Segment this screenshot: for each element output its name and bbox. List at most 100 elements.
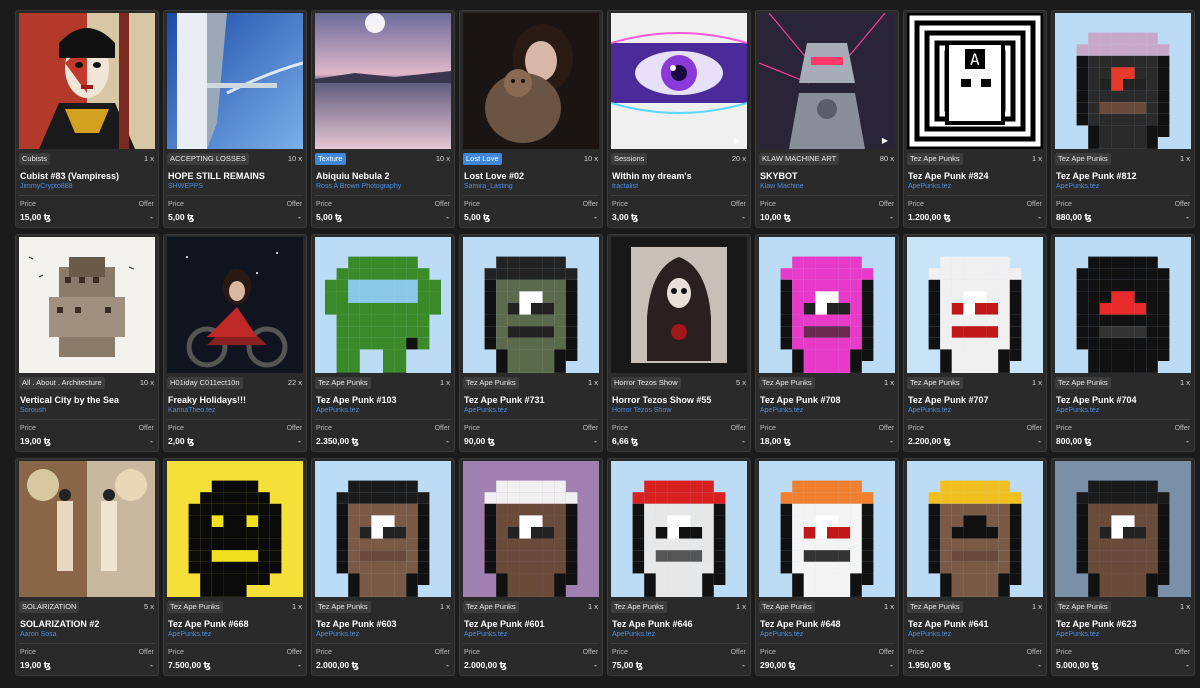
nft-title[interactable]: Tez Ape Punk #812 [1056, 171, 1190, 181]
nft-card[interactable]: Horror Tezos Show 5 x Horror Tezos Show … [607, 234, 751, 452]
nft-card[interactable]: Tez Ape Punks 1 x Tez Ape Punk #708 ApeP… [755, 234, 899, 452]
nft-card[interactable]: ACCEPTING LOSSES 10 x HOPE STILL REMAINS… [163, 10, 307, 228]
nft-thumbnail[interactable] [463, 237, 599, 373]
collection-tag[interactable]: ACCEPTING LOSSES [167, 152, 249, 165]
collection-tag[interactable]: Tez Ape Punks [1055, 376, 1111, 389]
collection-tag[interactable]: H01iday C011ect10n [167, 376, 243, 389]
creator-link[interactable]: Horror Tezos Show [612, 407, 746, 414]
creator-link[interactable]: ApePunks.tez [1056, 631, 1190, 638]
nft-card[interactable]: Tez Ape Punks 1 x Tez Ape Punk #623 ApeP… [1051, 458, 1195, 676]
nft-thumbnail[interactable]: ▶ [611, 13, 747, 149]
creator-link[interactable]: ApePunks.tez [908, 407, 1042, 414]
collection-tag[interactable]: Tez Ape Punks [907, 376, 963, 389]
creator-link[interactable]: Soroush [20, 407, 154, 414]
nft-thumbnail[interactable] [759, 461, 895, 597]
creator-link[interactable]: ApePunks.tez [908, 631, 1042, 638]
creator-link[interactable]: ApePunks.tez [1056, 407, 1190, 414]
collection-tag[interactable]: Tez Ape Punks [907, 152, 963, 165]
collection-tag[interactable]: KLAW MACHINE ART [759, 152, 840, 165]
nft-card[interactable]: Texture 10 x Abiquiu Nebula 2 Ross A Bro… [311, 10, 455, 228]
nft-card[interactable]: ▶ Sessions 20 x Within my dream's fracta… [607, 10, 751, 228]
nft-card[interactable]: ▶ KLAW MACHINE ART 80 x SKYBOT Klaw Mach… [755, 10, 899, 228]
creator-link[interactable]: SHWEPPS [168, 183, 302, 190]
nft-thumbnail[interactable] [907, 237, 1043, 373]
nft-card[interactable]: Tez Ape Punks 1 x Tez Ape Punk #648 ApeP… [755, 458, 899, 676]
nft-card[interactable]: Tez Ape Punks 1 x Tez Ape Punk #704 ApeP… [1051, 234, 1195, 452]
nft-thumbnail[interactable] [907, 461, 1043, 597]
nft-thumbnail[interactable]: A [907, 13, 1043, 149]
nft-title[interactable]: Tez Ape Punk #623 [1056, 619, 1190, 629]
nft-title[interactable]: Tez Ape Punk #708 [760, 395, 894, 405]
nft-card[interactable]: Tez Ape Punks 1 x Tez Ape Punk #103 ApeP… [311, 234, 455, 452]
nft-title[interactable]: Abiquiu Nebula 2 [316, 171, 450, 181]
nft-card[interactable]: Tez Ape Punks 1 x Tez Ape Punk #646 ApeP… [607, 458, 751, 676]
nft-thumbnail[interactable] [19, 13, 155, 149]
collection-tag[interactable]: Cubists [19, 152, 51, 165]
collection-tag[interactable]: Tez Ape Punks [759, 376, 815, 389]
nft-title[interactable]: SKYBOT [760, 171, 894, 181]
nft-title[interactable]: SOLARIZATION #2 [20, 619, 154, 629]
nft-thumbnail[interactable] [19, 237, 155, 373]
collection-tag[interactable]: Tez Ape Punks [907, 600, 963, 613]
nft-title[interactable]: Horror Tezos Show #55 [612, 395, 746, 405]
collection-tag[interactable]: Lost Love [463, 152, 502, 165]
creator-link[interactable]: ApePunks.tez [760, 631, 894, 638]
creator-link[interactable]: ApePunks.tez [316, 631, 450, 638]
creator-link[interactable]: ApePunks.tez [464, 407, 598, 414]
play-icon[interactable]: ▶ [731, 135, 743, 147]
creator-link[interactable]: ApePunks.tez [168, 631, 302, 638]
collection-tag[interactable]: Tez Ape Punks [1055, 600, 1111, 613]
nft-title[interactable]: Tez Ape Punk #603 [316, 619, 450, 629]
nft-thumbnail[interactable] [19, 461, 155, 597]
collection-tag[interactable]: Horror Tezos Show [611, 376, 681, 389]
collection-tag[interactable]: Tez Ape Punks [463, 376, 519, 389]
nft-title[interactable]: Tez Ape Punk #731 [464, 395, 598, 405]
nft-card[interactable]: A Tez Ape Punks 1 x Tez Ape Punk #824 Ap… [903, 10, 1047, 228]
collection-tag[interactable]: Sessions [611, 152, 648, 165]
creator-link[interactable]: Klaw Machine [760, 183, 894, 190]
play-icon[interactable]: ▶ [879, 135, 891, 147]
nft-thumbnail[interactable] [167, 13, 303, 149]
nft-title[interactable]: Tez Ape Punk #103 [316, 395, 450, 405]
nft-title[interactable]: Tez Ape Punk #824 [908, 171, 1042, 181]
nft-title[interactable]: HOPE STILL REMAINS [168, 171, 302, 181]
collection-tag[interactable]: Tez Ape Punks [611, 600, 667, 613]
nft-thumbnail[interactable] [1055, 13, 1191, 149]
collection-tag[interactable]: Tez Ape Punks [315, 600, 371, 613]
nft-card[interactable]: Tez Ape Punks 1 x Tez Ape Punk #601 ApeP… [459, 458, 603, 676]
nft-thumbnail[interactable] [167, 237, 303, 373]
nft-card[interactable]: Tez Ape Punks 1 x Tez Ape Punk #603 ApeP… [311, 458, 455, 676]
nft-thumbnail[interactable] [1055, 461, 1191, 597]
nft-card[interactable]: Lost Love 10 x Lost Love #02 Samira_Last… [459, 10, 603, 228]
nft-card[interactable]: All . About . Architecture 10 x Vertical… [15, 234, 159, 452]
nft-title[interactable]: Tez Ape Punk #601 [464, 619, 598, 629]
nft-title[interactable]: Vertical City by the Sea [20, 395, 154, 405]
nft-card[interactable]: SOLARIZATION 5 x SOLARIZATION #2 Aaron S… [15, 458, 159, 676]
collection-tag[interactable]: Tez Ape Punks [167, 600, 223, 613]
nft-thumbnail[interactable] [315, 237, 451, 373]
nft-card[interactable]: H01iday C011ect10n 22 x Freaky Holidays!… [163, 234, 307, 452]
nft-title[interactable]: Lost Love #02 [464, 171, 598, 181]
nft-title[interactable]: Cubist #83 (Vampiress) [20, 171, 154, 181]
creator-link[interactable]: ApePunks.tez [1056, 183, 1190, 190]
collection-tag[interactable]: Texture [315, 152, 346, 165]
collection-tag[interactable]: All . About . Architecture [19, 376, 105, 389]
nft-title[interactable]: Tez Ape Punk #648 [760, 619, 894, 629]
nft-card[interactable]: Tez Ape Punks 1 x Tez Ape Punk #641 ApeP… [903, 458, 1047, 676]
creator-link[interactable]: ApePunks.tez [760, 407, 894, 414]
nft-thumbnail[interactable] [463, 13, 599, 149]
collection-tag[interactable]: Tez Ape Punks [315, 376, 371, 389]
collection-tag[interactable]: Tez Ape Punks [463, 600, 519, 613]
nft-title[interactable]: Tez Ape Punk #704 [1056, 395, 1190, 405]
creator-link[interactable]: ApePunks.tez [464, 631, 598, 638]
nft-thumbnail[interactable] [611, 461, 747, 597]
creator-link[interactable]: ApePunks.tez [612, 631, 746, 638]
nft-thumbnail[interactable] [167, 461, 303, 597]
nft-title[interactable]: Tez Ape Punk #668 [168, 619, 302, 629]
nft-title[interactable]: Freaky Holidays!!! [168, 395, 302, 405]
nft-title[interactable]: Tez Ape Punk #707 [908, 395, 1042, 405]
creator-link[interactable]: Aaron Sosa [20, 631, 154, 638]
nft-thumbnail[interactable] [1055, 237, 1191, 373]
nft-card[interactable]: Tez Ape Punks 1 x Tez Ape Punk #731 ApeP… [459, 234, 603, 452]
creator-link[interactable]: ApePunks.tez [316, 407, 450, 414]
